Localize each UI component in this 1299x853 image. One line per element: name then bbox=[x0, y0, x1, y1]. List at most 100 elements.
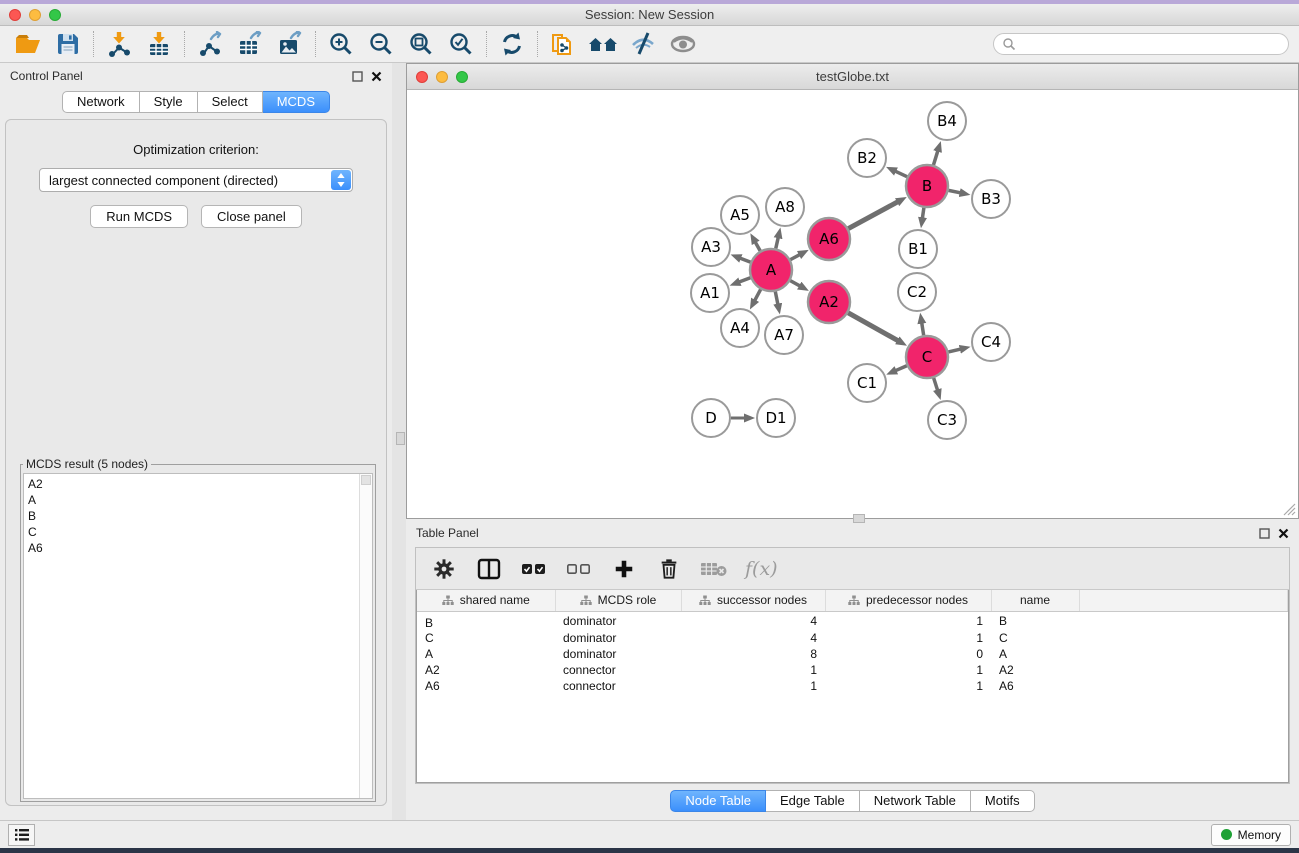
canvas-hscroll-nub[interactable] bbox=[853, 514, 865, 523]
homes-button[interactable] bbox=[587, 30, 619, 58]
table-cell[interactable]: A bbox=[417, 646, 555, 662]
create-column-button[interactable] bbox=[610, 555, 638, 583]
tab-style[interactable]: Style bbox=[140, 91, 198, 113]
edge-A-A3[interactable] bbox=[739, 258, 750, 262]
save-session-button[interactable] bbox=[52, 30, 84, 58]
table-cell[interactable]: connector bbox=[555, 662, 681, 678]
toggle-graphics-details-button[interactable] bbox=[627, 30, 659, 58]
result-item[interactable]: B bbox=[28, 508, 372, 524]
table-cell[interactable]: 1 bbox=[681, 662, 825, 678]
open-session-button[interactable] bbox=[12, 30, 44, 58]
graph-node-C1[interactable]: C1 bbox=[848, 364, 886, 402]
export-table-button[interactable] bbox=[234, 30, 266, 58]
graph-node-A4[interactable]: A4 bbox=[721, 309, 759, 347]
table-cell[interactable]: 1 bbox=[825, 662, 991, 678]
criterion-dropdown[interactable]: largest connected component (directed) bbox=[39, 168, 353, 192]
table-row[interactable]: A2connector11A2 bbox=[417, 662, 1288, 678]
table-cell[interactable]: A6 bbox=[991, 678, 1079, 694]
show-hide-preview-button[interactable] bbox=[667, 30, 699, 58]
graph-node-A1[interactable]: A1 bbox=[691, 274, 729, 312]
table-cell[interactable]: 1 bbox=[681, 678, 825, 694]
close-table-panel-icon[interactable] bbox=[1278, 528, 1289, 539]
zoom-fit-button[interactable] bbox=[405, 30, 437, 58]
column-header-name[interactable]: name bbox=[991, 590, 1079, 611]
result-item[interactable]: C bbox=[28, 524, 372, 540]
graph-node-A5[interactable]: A5 bbox=[721, 196, 759, 234]
graph-node-B2[interactable]: B2 bbox=[848, 139, 886, 177]
graph-node-A7[interactable]: A7 bbox=[765, 316, 803, 354]
app-titlebar[interactable]: Session: New Session bbox=[0, 4, 1299, 26]
graph-node-A3[interactable]: A3 bbox=[692, 228, 730, 266]
tab-edge-table[interactable]: Edge Table bbox=[766, 790, 860, 812]
edge-B-B4[interactable] bbox=[933, 150, 938, 165]
refresh-layout-button[interactable] bbox=[496, 30, 528, 58]
table-cell[interactable]: B bbox=[991, 611, 1079, 630]
delete-table-button[interactable] bbox=[700, 555, 728, 583]
table-row[interactable]: Bdominator41B bbox=[417, 611, 1288, 630]
tab-select[interactable]: Select bbox=[198, 91, 263, 113]
edge-B-B3[interactable] bbox=[949, 190, 962, 193]
close-panel-button[interactable]: Close panel bbox=[201, 205, 302, 228]
table-cell[interactable]: C bbox=[417, 630, 555, 646]
table-cell[interactable]: 4 bbox=[681, 630, 825, 646]
edge-B-B1[interactable] bbox=[922, 208, 924, 220]
column-header-shared-name[interactable]: shared name bbox=[417, 590, 555, 611]
edge-A-A7[interactable] bbox=[775, 292, 778, 306]
table-cell[interactable]: 0 bbox=[825, 646, 991, 662]
graph-node-B3[interactable]: B3 bbox=[972, 180, 1010, 218]
edge-A-A2[interactable] bbox=[790, 281, 801, 287]
network-canvas[interactable]: AA1A2A3A4A5A6A7A8BB1B2B3B4CC1C2C3C4DD1 bbox=[407, 90, 1298, 518]
edge-C-C1[interactable] bbox=[895, 366, 907, 371]
unselect-all-columns-button[interactable] bbox=[565, 555, 593, 583]
column-header-successor-nodes[interactable]: successor nodes bbox=[681, 590, 825, 611]
table-cell[interactable]: B bbox=[417, 611, 555, 630]
result-item[interactable]: A bbox=[28, 492, 372, 508]
edge-C-C4[interactable] bbox=[948, 349, 961, 352]
table-cell[interactable]: C bbox=[991, 630, 1079, 646]
select-all-columns-button[interactable] bbox=[520, 555, 548, 583]
graph-node-A6[interactable]: A6 bbox=[808, 218, 850, 260]
table-cell[interactable]: connector bbox=[555, 678, 681, 694]
duplicate-network-button[interactable] bbox=[547, 30, 579, 58]
table-row[interactable]: Adominator80A bbox=[417, 646, 1288, 662]
edge-B-B2[interactable] bbox=[894, 171, 907, 177]
table-cell[interactable]: dominator bbox=[555, 630, 681, 646]
edge-A6-B[interactable] bbox=[848, 201, 899, 228]
float-table-panel-icon[interactable] bbox=[1259, 528, 1270, 539]
tab-node-table[interactable]: Node Table bbox=[670, 790, 766, 812]
graph-node-A2[interactable]: A2 bbox=[808, 281, 850, 323]
search-field[interactable] bbox=[993, 33, 1289, 55]
search-input[interactable] bbox=[1022, 37, 1280, 51]
graph-node-B[interactable]: B bbox=[906, 165, 948, 207]
table-row[interactable]: Cdominator41C bbox=[417, 630, 1288, 646]
graph-node-A[interactable]: A bbox=[750, 249, 792, 291]
import-table-button[interactable] bbox=[143, 30, 175, 58]
graph-node-D[interactable]: D bbox=[692, 399, 730, 437]
export-image-button[interactable] bbox=[274, 30, 306, 58]
table-cell[interactable]: A2 bbox=[417, 662, 555, 678]
table-cell[interactable]: dominator bbox=[555, 646, 681, 662]
table-cell[interactable]: dominator bbox=[555, 611, 681, 630]
table-cell[interactable]: 4 bbox=[681, 611, 825, 630]
table-cell[interactable]: 8 bbox=[681, 646, 825, 662]
table-cell[interactable]: 1 bbox=[825, 611, 991, 630]
edge-A-A4[interactable] bbox=[754, 289, 760, 301]
graph-node-B4[interactable]: B4 bbox=[928, 102, 966, 140]
zoom-out-button[interactable] bbox=[365, 30, 397, 58]
close-panel-icon[interactable] bbox=[371, 71, 382, 82]
graph-node-D1[interactable]: D1 bbox=[757, 399, 795, 437]
table-cell[interactable]: A6 bbox=[417, 678, 555, 694]
result-item[interactable]: A2 bbox=[28, 476, 372, 492]
edge-A-A5[interactable] bbox=[755, 241, 760, 251]
float-panel-icon[interactable] bbox=[352, 71, 363, 82]
result-scrollbar[interactable] bbox=[359, 474, 372, 798]
table-cell[interactable]: 1 bbox=[825, 678, 991, 694]
zoom-in-button[interactable] bbox=[325, 30, 357, 58]
export-network-button[interactable] bbox=[194, 30, 226, 58]
task-history-button[interactable] bbox=[8, 824, 35, 846]
tab-mcds[interactable]: MCDS bbox=[263, 91, 330, 113]
table-row[interactable]: A6connector11A6 bbox=[417, 678, 1288, 694]
graph-node-C2[interactable]: C2 bbox=[898, 273, 936, 311]
edge-C-C2[interactable] bbox=[922, 322, 924, 336]
resize-grip-icon[interactable] bbox=[1280, 500, 1296, 516]
